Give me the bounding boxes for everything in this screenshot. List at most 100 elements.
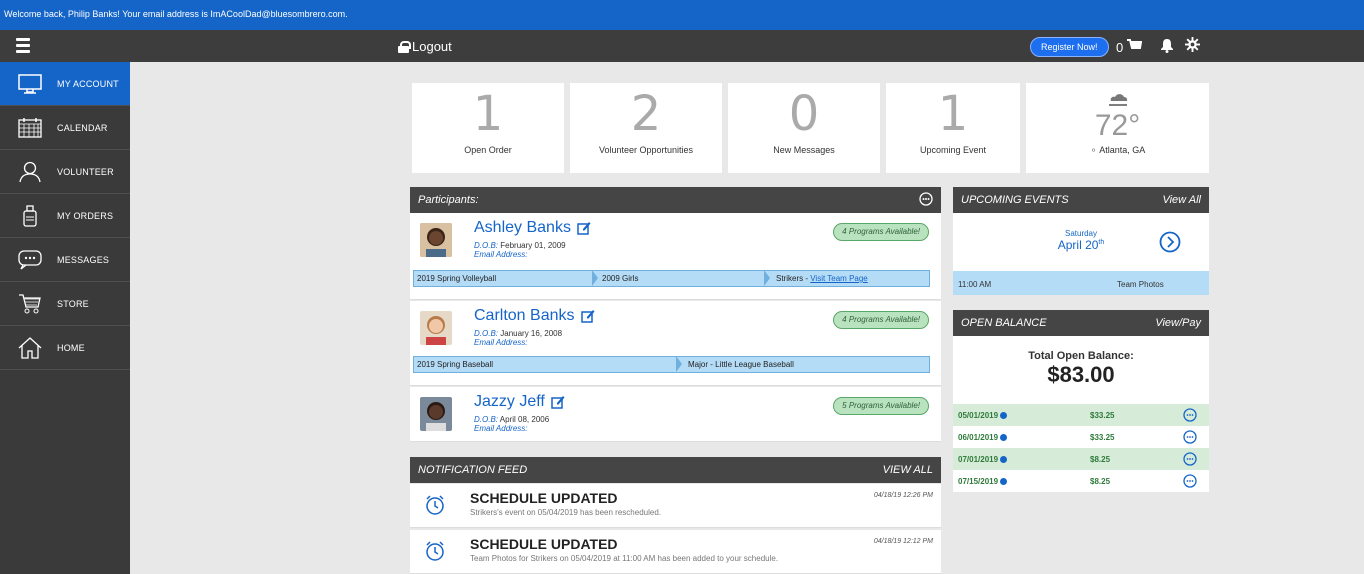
sidebar-label: CALENDAR bbox=[57, 122, 108, 133]
notification-feed-title: NOTIFICATION FEED bbox=[418, 464, 528, 476]
more-options-icon[interactable] bbox=[1183, 408, 1197, 422]
info-icon[interactable] bbox=[1000, 478, 1008, 486]
sidebar-item-store[interactable]: STORE bbox=[0, 282, 130, 326]
info-icon[interactable] bbox=[1000, 434, 1008, 442]
sidebar-label: STORE bbox=[57, 298, 89, 309]
sidebar-label: VOLUNTEER bbox=[57, 166, 114, 177]
stat-number: 1 bbox=[472, 86, 504, 142]
total-balance-label: Total Open Balance: bbox=[1028, 350, 1134, 362]
balance-row: 06/01/2019 $33.25 bbox=[953, 426, 1209, 448]
notification-item[interactable]: SCHEDULE UPDATED Team Photos for Striker… bbox=[410, 530, 941, 574]
stat-number: 1 bbox=[937, 86, 969, 142]
next-arrow-icon[interactable] bbox=[1159, 231, 1181, 258]
event-time: 11:00 AM bbox=[958, 280, 992, 289]
event-name: Team Photos bbox=[1117, 280, 1164, 289]
notification-text: Strikers's event on 05/04/2019 has been … bbox=[470, 508, 661, 517]
notification-item[interactable]: SCHEDULE UPDATED Strikers's event on 05/… bbox=[410, 484, 941, 528]
balance-date: 07/01/2019 bbox=[958, 455, 999, 464]
participant-name[interactable]: Jazzy Jeff bbox=[474, 393, 545, 411]
open-order-card[interactable]: 1 Open Order bbox=[412, 83, 564, 173]
house-icon bbox=[17, 336, 43, 359]
view-all-link[interactable]: VIEW ALL bbox=[883, 464, 933, 476]
cart-icon[interactable] bbox=[1126, 39, 1143, 57]
new-messages-card[interactable]: 0 New Messages bbox=[728, 83, 880, 173]
edit-icon[interactable] bbox=[551, 395, 565, 409]
avatar bbox=[420, 397, 452, 431]
balance-row: 05/01/2019 $33.25 bbox=[953, 404, 1209, 426]
email-label: Email Address: bbox=[474, 338, 528, 347]
bottle-icon bbox=[17, 204, 43, 227]
view-all-link[interactable]: View All bbox=[1162, 194, 1201, 206]
cart-count: 0 bbox=[1116, 40, 1124, 55]
dob-label: D.O.B: bbox=[474, 329, 499, 338]
sidebar-item-volunteer[interactable]: VOLUNTEER bbox=[0, 150, 130, 194]
programs-available-badge[interactable]: 4 Programs Available! bbox=[833, 311, 929, 329]
stat-label: Volunteer Opportunities bbox=[598, 145, 694, 155]
weather-location: Atlanta, GA bbox=[1099, 145, 1146, 155]
balance-amount: $33.25 bbox=[1090, 411, 1115, 420]
stat-number: 2 bbox=[630, 86, 662, 142]
upcoming-event-card[interactable]: 1 Upcoming Event bbox=[886, 83, 1020, 173]
stat-label: Open Order bbox=[464, 145, 512, 155]
person-icon bbox=[17, 161, 43, 183]
balance-date: 07/15/2019 bbox=[958, 477, 999, 486]
more-options-icon[interactable] bbox=[919, 191, 933, 209]
event-row[interactable]: 11:00 AM Team Photos bbox=[953, 271, 1209, 295]
logout-label: Logout bbox=[412, 39, 452, 54]
notification-title: SCHEDULE UPDATED bbox=[470, 536, 618, 552]
dob-label: D.O.B: bbox=[474, 241, 499, 250]
temperature: 72 bbox=[1094, 109, 1129, 142]
team-bar: 2019 Spring Baseball Major - Little Leag… bbox=[413, 356, 930, 373]
participants-header: Participants: bbox=[410, 187, 941, 213]
balance-row: 07/15/2019 $8.25 bbox=[953, 470, 1209, 492]
participant-card: Jazzy Jeff D.O.B: April 08, 2006 Email A… bbox=[410, 387, 941, 442]
balance-amount: $33.25 bbox=[1090, 433, 1115, 442]
info-icon[interactable] bbox=[1000, 456, 1008, 464]
avatar bbox=[420, 311, 452, 345]
edit-icon[interactable] bbox=[580, 309, 595, 323]
volunteer-opportunities-card[interactable]: 2 Volunteer Opportunities bbox=[570, 83, 722, 173]
notification-feed-header: NOTIFICATION FEED VIEW ALL bbox=[410, 457, 941, 483]
view-pay-link[interactable]: View/Pay bbox=[1155, 317, 1201, 329]
location-pin-icon: ⚬ bbox=[1089, 145, 1098, 155]
open-balance-title: OPEN BALANCE bbox=[961, 317, 1047, 329]
balance-date: 06/01/2019 bbox=[958, 433, 999, 442]
logout-button[interactable]: Logout bbox=[398, 39, 452, 54]
register-now-button[interactable]: Register Now! bbox=[1030, 37, 1109, 57]
team-division: 2009 Girls bbox=[602, 274, 639, 283]
balance-amount: $8.25 bbox=[1090, 477, 1111, 486]
info-icon[interactable] bbox=[1000, 412, 1008, 420]
dob-label: D.O.B: bbox=[474, 415, 499, 424]
team-name: Strikers - bbox=[776, 274, 811, 283]
email-label: Email Address: bbox=[474, 250, 528, 259]
sidebar-item-calendar[interactable]: CALENDAR bbox=[0, 106, 130, 150]
more-options-icon[interactable] bbox=[1183, 430, 1197, 444]
top-bar: Logout Register Now! 0 bbox=[0, 30, 1364, 62]
bell-icon[interactable] bbox=[1160, 38, 1174, 56]
more-options-icon[interactable] bbox=[1183, 474, 1197, 488]
edit-icon[interactable] bbox=[577, 221, 591, 235]
gear-icon[interactable] bbox=[1185, 37, 1200, 56]
programs-available-badge[interactable]: 4 Programs Available! bbox=[833, 223, 929, 241]
sidebar-item-messages[interactable]: MESSAGES bbox=[0, 238, 130, 282]
open-balance-header: OPEN BALANCE View/Pay bbox=[953, 310, 1209, 336]
participant-card: Carlton Banks D.O.B: January 16, 2008 Em… bbox=[410, 301, 941, 386]
event-date: April 20 bbox=[1057, 238, 1099, 252]
stat-label: New Messages bbox=[773, 145, 835, 155]
team-division: Major - Little League Baseball bbox=[688, 360, 794, 369]
balance-row: 07/01/2019 $8.25 bbox=[953, 448, 1209, 470]
sidebar-item-my-account[interactable]: MY ACCOUNT bbox=[0, 62, 130, 106]
sidebar-item-home[interactable]: HOME bbox=[0, 326, 130, 370]
more-options-icon[interactable] bbox=[1183, 452, 1197, 466]
participant-name[interactable]: Ashley Banks bbox=[474, 219, 571, 237]
menu-icon[interactable] bbox=[16, 38, 30, 53]
stat-label: Upcoming Event bbox=[919, 145, 987, 155]
sidebar-item-my-orders[interactable]: MY ORDERS bbox=[0, 194, 130, 238]
calendar-icon bbox=[17, 117, 43, 139]
welcome-bar: Welcome back, Philip Banks! Your email a… bbox=[0, 0, 1364, 30]
weather-card: 72° ⚬ Atlanta, GA bbox=[1026, 83, 1209, 173]
visit-team-page-link[interactable]: Visit Team Page bbox=[810, 274, 868, 283]
notification-title: SCHEDULE UPDATED bbox=[470, 490, 618, 506]
programs-available-badge[interactable]: 5 Programs Available! bbox=[833, 397, 929, 415]
participant-name[interactable]: Carlton Banks bbox=[474, 307, 575, 325]
